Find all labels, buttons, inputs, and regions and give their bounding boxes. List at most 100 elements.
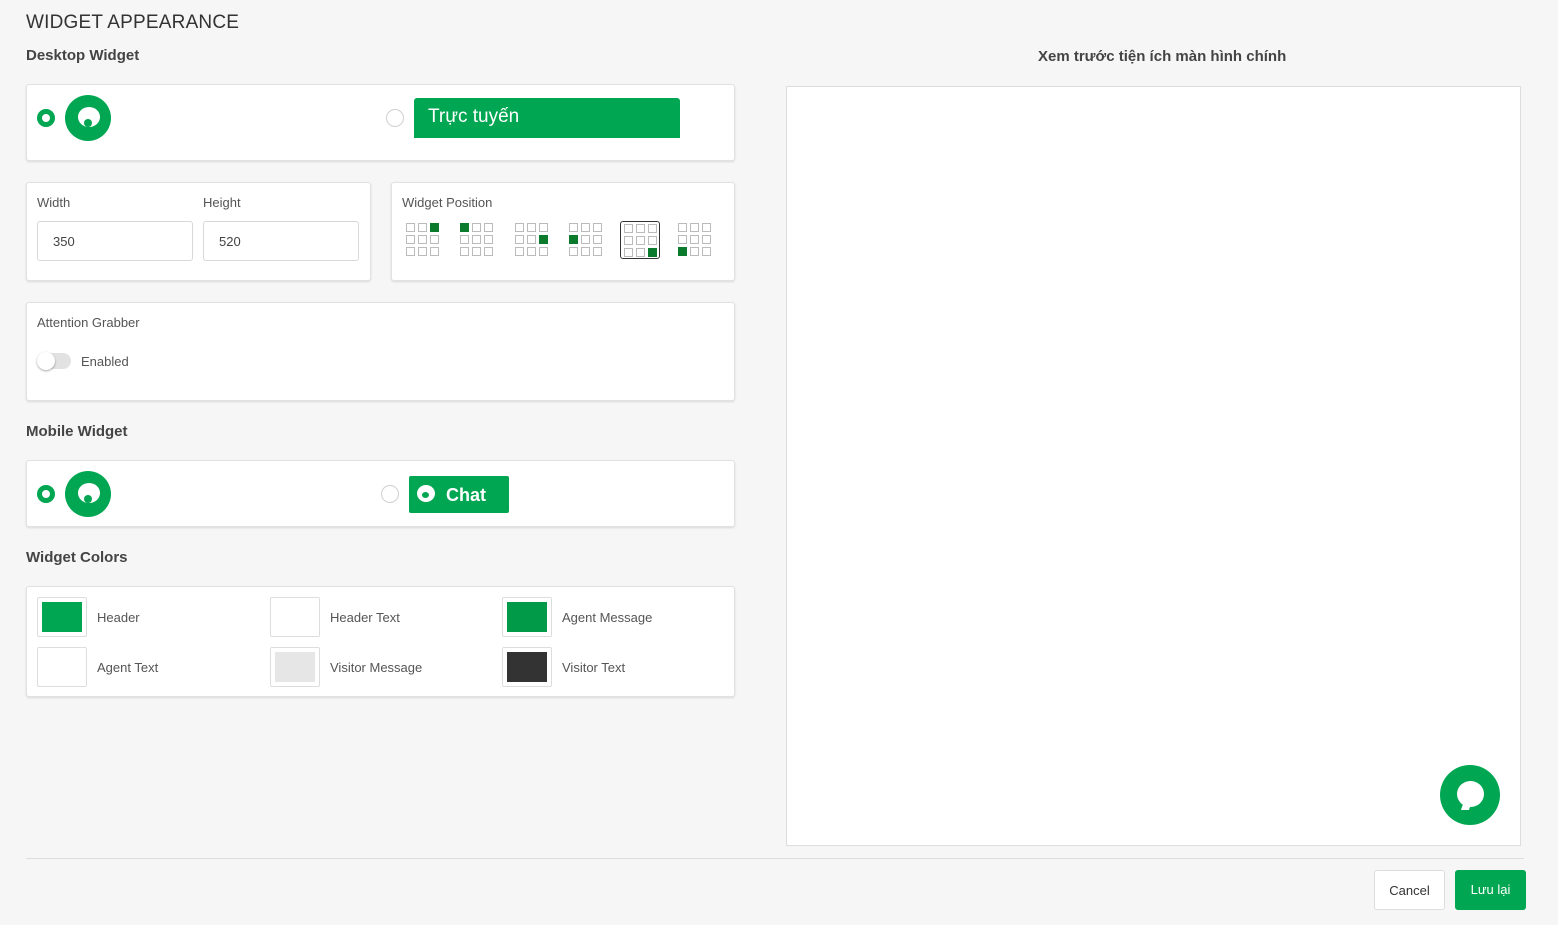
position-cell (648, 248, 657, 257)
widget-position-label: Widget Position (402, 195, 493, 210)
color-label: Visitor Message (330, 660, 423, 675)
position-cell (515, 223, 524, 232)
position-cell (527, 235, 536, 244)
position-cell (624, 248, 633, 257)
save-button[interactable]: Lưu lại (1455, 870, 1526, 910)
color-swatch[interactable] (270, 597, 320, 637)
position-cell (418, 235, 427, 244)
position-cell (460, 235, 469, 244)
position-cell (690, 223, 699, 232)
position-cell (484, 235, 493, 244)
position-cell (636, 248, 645, 257)
position-cell (702, 247, 711, 256)
position-cell (527, 247, 536, 256)
position-cell (678, 247, 687, 256)
position-cell (527, 223, 536, 232)
color-swatch[interactable] (502, 647, 552, 687)
mobile-widget-title: Mobile Widget (26, 423, 128, 440)
color-swatch[interactable] (270, 647, 320, 687)
position-cell (460, 223, 469, 232)
position-cell (690, 235, 699, 244)
position-cell (472, 247, 481, 256)
position-cell (484, 247, 493, 256)
height-label: Height (203, 195, 241, 210)
chat-icon (417, 485, 435, 502)
width-label: Width (37, 195, 71, 210)
color-swatch[interactable] (502, 597, 552, 637)
position-cell (648, 224, 657, 233)
mobile-chat-bubble-icon[interactable] (65, 471, 111, 517)
desktop-bubble-radio[interactable] (37, 109, 55, 127)
position-cell (678, 235, 687, 244)
widget-colors-title: Widget Colors (26, 549, 128, 566)
position-option[interactable] (404, 222, 440, 258)
mobile-button-radio[interactable] (381, 485, 399, 503)
position-cell (624, 224, 633, 233)
position-cell (539, 223, 548, 232)
position-cell (593, 223, 602, 232)
position-cell (472, 223, 481, 232)
preview-chat-bubble-icon[interactable] (1440, 765, 1500, 825)
page-title: WIDGET APPEARANCE (26, 12, 240, 33)
position-cell (648, 236, 657, 245)
desktop-widget-title: Desktop Widget (26, 47, 140, 64)
position-cell (515, 235, 524, 244)
position-cell (430, 223, 439, 232)
position-cell (581, 235, 590, 244)
color-swatch[interactable] (37, 597, 87, 637)
color-label: Header (97, 610, 140, 625)
position-option[interactable] (513, 222, 549, 258)
preview-area (786, 86, 1521, 846)
position-cell (406, 247, 415, 256)
position-cell (702, 235, 711, 244)
width-input[interactable]: 350 (37, 221, 193, 261)
footer-divider (26, 858, 1524, 859)
height-input[interactable]: 520 (203, 221, 359, 261)
toggle-label: Enabled (81, 354, 129, 369)
position-cell (593, 247, 602, 256)
position-cell (624, 236, 633, 245)
color-label: Agent Text (97, 660, 159, 675)
color-swatch[interactable] (37, 647, 87, 687)
desktop-bar-radio[interactable] (386, 109, 404, 127)
position-cell (430, 235, 439, 244)
cancel-button[interactable]: Cancel (1374, 870, 1445, 910)
position-option[interactable] (458, 222, 494, 258)
position-cell (569, 223, 578, 232)
color-label: Header Text (330, 610, 400, 625)
position-cell (484, 223, 493, 232)
position-cell (430, 247, 439, 256)
mobile-bubble-radio[interactable] (37, 485, 55, 503)
position-cell (406, 223, 415, 232)
colors-card (26, 586, 735, 697)
position-cell (702, 223, 711, 232)
position-cell (636, 224, 645, 233)
position-cell (569, 235, 578, 244)
online-bar-label: Trực tuyến (428, 106, 520, 127)
color-label: Agent Message (562, 610, 653, 625)
position-cell (460, 247, 469, 256)
toggle-knob (37, 352, 55, 370)
position-cell (690, 247, 699, 256)
mobile-chat-button-option[interactable]: Chat (409, 476, 509, 513)
position-cell (472, 235, 481, 244)
position-cell (636, 236, 645, 245)
position-cell (593, 235, 602, 244)
online-bar-option[interactable]: Trực tuyến (414, 98, 680, 138)
position-cell (678, 223, 687, 232)
position-cell (406, 235, 415, 244)
attention-grabber-title: Attention Grabber (37, 315, 140, 330)
position-cell (418, 223, 427, 232)
position-cell (515, 247, 524, 256)
preview-title: Xem trước tiện ích màn hình chính (1038, 48, 1287, 65)
position-option[interactable] (676, 222, 712, 258)
position-cell (539, 247, 548, 256)
position-option[interactable] (620, 221, 660, 259)
position-cell (581, 223, 590, 232)
chat-bubble-icon[interactable] (65, 95, 111, 141)
position-option[interactable] (567, 222, 603, 258)
attention-toggle[interactable] (37, 352, 71, 370)
position-cell (418, 247, 427, 256)
position-cell (569, 247, 578, 256)
color-label: Visitor Text (562, 660, 626, 675)
